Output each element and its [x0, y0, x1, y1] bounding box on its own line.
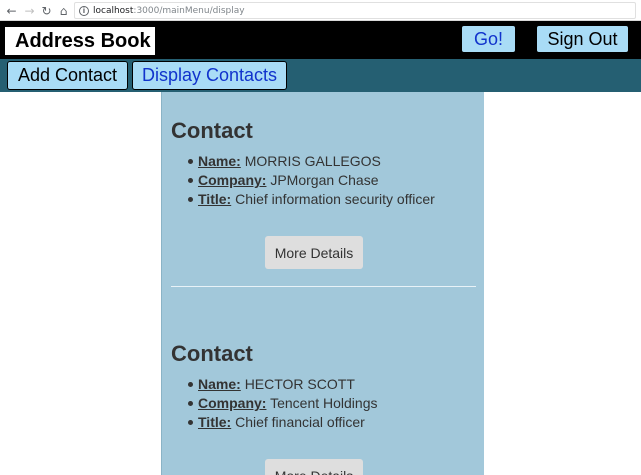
list-item: Company: Tencent Holdings: [188, 394, 476, 413]
more-details-button[interactable]: More Details: [265, 459, 363, 475]
title-label: Title:: [198, 414, 232, 430]
contact-details-list: Name: MORRIS GALLEGOS Company: JPMorgan …: [188, 152, 476, 209]
app-title: Address Book: [5, 27, 155, 55]
contacts-panel[interactable]: Contact Name: MORRIS GALLEGOS Company: J…: [161, 92, 484, 475]
browser-toolbar: ← → ↻ ⌂ i localhost:3000/mainMenu/displa…: [0, 0, 641, 21]
contact-company: Tencent Holdings: [270, 395, 378, 411]
contact-title: Chief financial officer: [235, 414, 365, 430]
list-item: Name: MORRIS GALLEGOS: [188, 152, 476, 171]
sign-out-button[interactable]: Sign Out: [536, 25, 629, 53]
info-icon[interactable]: i: [79, 5, 89, 16]
title-label: Title:: [198, 191, 232, 207]
company-label: Company:: [198, 172, 267, 188]
back-arrow-icon[interactable]: ←: [3, 2, 20, 19]
contact-title: Chief information security officer: [235, 191, 435, 207]
company-label: Company:: [198, 395, 267, 411]
contact-card: Contact Name: HECTOR SCOTT Company: Tenc…: [171, 341, 476, 432]
contact-heading: Contact: [171, 118, 253, 143]
go-button[interactable]: Go!: [461, 25, 516, 53]
url-host: localhost: [93, 5, 134, 16]
list-item: Title: Chief financial officer: [188, 413, 476, 432]
list-item: Company: JPMorgan Chase: [188, 171, 476, 190]
list-item: Title: Chief information security office…: [188, 190, 476, 209]
tab-display-contacts[interactable]: Display Contacts: [132, 61, 287, 90]
contact-name: MORRIS GALLEGOS: [244, 153, 381, 169]
nav-bar: Add Contact Display Contacts: [0, 59, 641, 92]
contact-name: HECTOR SCOTT: [244, 376, 355, 392]
forward-arrow-icon[interactable]: →: [21, 2, 38, 19]
name-label: Name:: [198, 376, 241, 392]
contact-details-list: Name: HECTOR SCOTT Company: Tencent Hold…: [188, 375, 476, 432]
url-path: :3000/mainMenu/display: [133, 5, 245, 16]
home-icon[interactable]: ⌂: [55, 2, 72, 19]
contact-heading: Contact: [171, 341, 253, 366]
list-item: Name: HECTOR SCOTT: [188, 375, 476, 394]
contact-card: Contact Name: MORRIS GALLEGOS Company: J…: [171, 118, 476, 209]
divider: [171, 286, 476, 287]
more-details-button[interactable]: More Details: [265, 236, 363, 269]
reload-icon[interactable]: ↻: [38, 2, 55, 19]
address-bar[interactable]: i localhost:3000/mainMenu/display: [74, 2, 636, 19]
tab-add-contact[interactable]: Add Contact: [7, 61, 128, 90]
name-label: Name:: [198, 153, 241, 169]
contact-company: JPMorgan Chase: [270, 172, 379, 188]
app-header: Address Book Go! Sign Out: [0, 21, 641, 59]
